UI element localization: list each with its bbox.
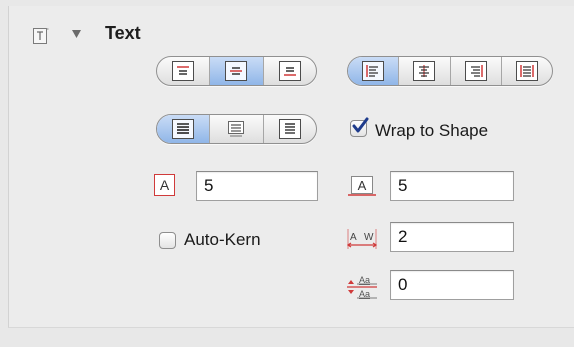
horizontal-alignment-control[interactable] (347, 56, 553, 86)
align-center-button[interactable] (399, 57, 451, 85)
align-left-icon (362, 61, 385, 81)
auto-kern-checkbox[interactable] (159, 232, 176, 249)
text-block-icon (278, 119, 301, 139)
valign-bottom-button[interactable] (264, 57, 316, 85)
svg-text:Aa: Aa (359, 289, 370, 299)
kerning-field[interactable]: 2 (390, 222, 514, 252)
valign-middle-button[interactable] (210, 57, 264, 85)
svg-text:W: W (364, 232, 374, 243)
align-left-button[interactable] (348, 57, 400, 85)
align-right-button[interactable] (451, 57, 502, 85)
auto-kern-label[interactable]: Auto-Kern (184, 230, 261, 250)
text-style-control[interactable] (156, 114, 317, 144)
inspector-root: Text Wrap to Shape A 5 A 5 Auto-Kern A W… (0, 0, 574, 347)
checkmark-icon (352, 117, 369, 133)
disclosure-triangle-down-icon[interactable] (72, 28, 82, 40)
valign-top-button[interactable] (157, 57, 211, 85)
text-size-icon: A (154, 174, 175, 196)
baseline-shift-icon: Aa Aa (345, 273, 379, 301)
text-style-2-button[interactable] (210, 115, 264, 143)
section-title: Text (105, 23, 141, 43)
left-text-size-field[interactable]: 5 (196, 171, 318, 201)
right-text-size-field[interactable]: 5 (390, 171, 514, 201)
text-inspector-icon (33, 28, 49, 45)
kerning-icon: A W (346, 227, 378, 251)
svg-text:A: A (350, 232, 357, 243)
baseline-shift-field[interactable]: 0 (390, 270, 514, 300)
svg-text:A: A (358, 178, 367, 193)
svg-text:A: A (160, 177, 170, 193)
text-size-icon: A (348, 176, 376, 196)
wrap-to-shape-label[interactable]: Wrap to Shape (375, 121, 488, 141)
text-style-1-button[interactable] (157, 115, 211, 143)
svg-text:Aa: Aa (359, 275, 370, 285)
align-middle-icon (225, 61, 248, 81)
align-center-icon (413, 61, 436, 81)
align-right-icon (464, 61, 487, 81)
align-justify-icon (515, 61, 538, 81)
vertical-alignment-control[interactable] (156, 56, 317, 86)
align-top-icon (172, 61, 195, 81)
align-justify-button[interactable] (502, 57, 552, 85)
align-bottom-icon (278, 61, 301, 81)
text-block-light-icon (225, 119, 247, 139)
text-inspector-panel: Text Wrap to Shape A 5 A 5 Auto-Kern A W… (8, 6, 574, 328)
text-block-dense-icon (172, 119, 195, 139)
text-style-3-button[interactable] (264, 115, 316, 143)
wrap-to-shape-checkbox[interactable] (350, 117, 369, 137)
